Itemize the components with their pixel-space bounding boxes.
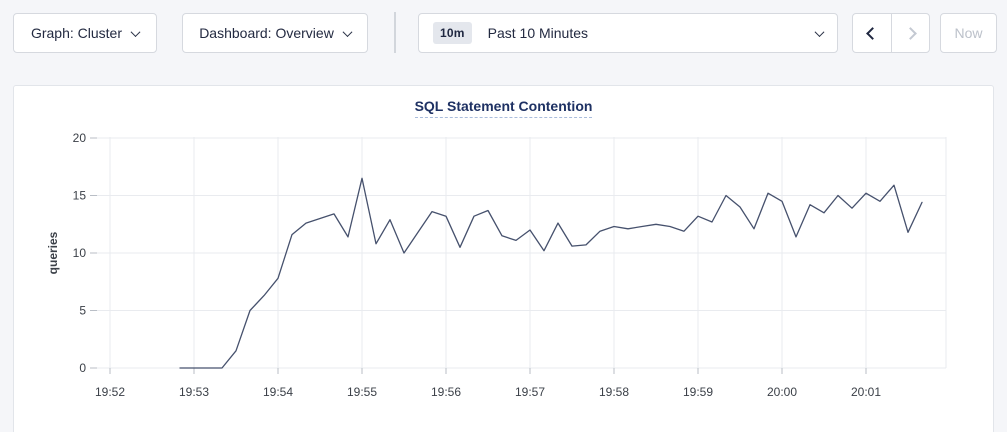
y-tick-label: 5: [79, 304, 86, 318]
x-tick-label: 19:56: [431, 385, 461, 399]
x-tick-label: 20:01: [851, 385, 881, 399]
y-axis-label: queries: [46, 231, 60, 274]
y-tick-label: 15: [73, 189, 87, 203]
y-tick-label: 0: [79, 361, 86, 375]
x-tick-label: 19:55: [347, 385, 377, 399]
y-tick-label: 10: [73, 246, 87, 260]
x-tick-label: 20:00: [767, 385, 797, 399]
sql-contention-line-chart[interactable]: 0 5 10 15 20 19:52 19:53 19:54 19:55 19:56 19:57 19…: [0, 0, 1007, 432]
x-tick-label: 19:54: [263, 385, 293, 399]
x-tick-label: 19:59: [683, 385, 713, 399]
chart-data-line[interactable]: [180, 178, 922, 368]
x-tick-label: 19:53: [179, 385, 209, 399]
x-tick-label: 19:58: [599, 385, 629, 399]
x-tick-label: 19:57: [515, 385, 545, 399]
y-tick-label: 20: [73, 131, 87, 145]
x-tick-label: 19:52: [95, 385, 125, 399]
